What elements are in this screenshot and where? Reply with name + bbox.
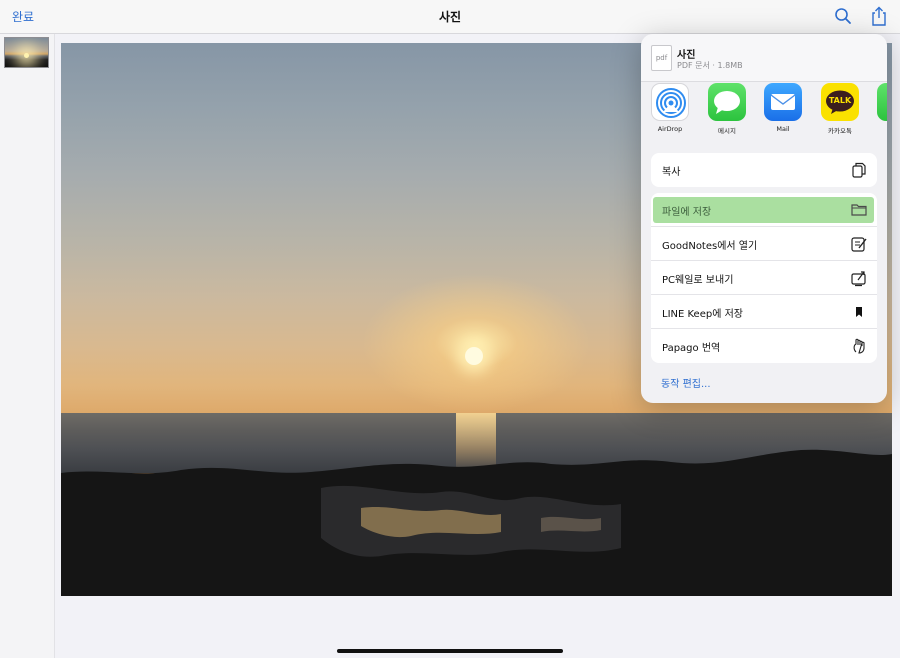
edit-actions-link[interactable]: 동작 편집... — [661, 375, 711, 390]
kakaotalk-icon-text: TALK — [828, 96, 852, 105]
papago-translate-action[interactable]: Papago 번역 — [651, 329, 877, 363]
thumbnail-sun — [24, 53, 29, 58]
share-apps-row: AirDrop 메시지 Mail TALK 카카오톡 — [641, 82, 887, 140]
app-label-kakaotalk: 카카오톡 — [828, 127, 852, 135]
goodnotes-icon — [851, 237, 867, 252]
folder-icon — [851, 204, 867, 216]
home-indicator — [337, 649, 563, 653]
save-to-files-label: 파일에 저장 — [662, 207, 712, 218]
app-mail[interactable]: Mail — [759, 83, 807, 133]
coastal-rocks — [61, 449, 892, 596]
copy-action-group: 복사 — [651, 153, 877, 187]
papago-label: Papago 번역 — [662, 343, 721, 354]
line-keep-label: LINE Keep에 저장 — [662, 309, 743, 320]
send-to-pc-icon — [851, 271, 866, 287]
page-title: 사진 — [438, 10, 462, 24]
open-in-goodnotes-action[interactable]: GoodNotes에서 열기 — [651, 227, 877, 261]
share-icon[interactable] — [870, 6, 888, 26]
share-sheet-header: pdf 사진 PDF 문서 · 1.8MB — [641, 34, 887, 82]
send-to-pc-whale-action[interactable]: PC웨일로 보내기 — [651, 261, 877, 295]
save-to-line-keep-action[interactable]: LINE Keep에 저장 — [651, 295, 877, 329]
copy-label: 복사 — [662, 167, 681, 178]
share-sheet: pdf 사진 PDF 문서 · 1.8MB AirDrop 메시지 Mail T… — [641, 34, 887, 403]
navigation-bar: 완료 사진 — [0, 0, 900, 34]
app-label-more: N — [872, 125, 887, 133]
mail-icon — [764, 83, 802, 121]
page-thumbnail-sidebar — [0, 34, 55, 658]
copy-icon — [852, 162, 866, 178]
kakaotalk-icon: TALK — [821, 83, 859, 121]
airdrop-icon — [651, 83, 689, 121]
goodnotes-label: GoodNotes에서 열기 — [662, 241, 758, 252]
actions-group: 파일에 저장 GoodNotes에서 열기 PC웨일로 보내기 LINE Kee… — [651, 193, 877, 363]
file-info: PDF 문서 · 1.8MB — [677, 61, 743, 70]
app-label-messages: 메시지 — [718, 127, 736, 135]
sun — [465, 347, 483, 365]
pdf-file-icon: pdf — [651, 45, 672, 71]
pc-whale-label: PC웨일로 보내기 — [662, 275, 734, 286]
app-messages[interactable]: 메시지 — [703, 83, 751, 135]
page-thumbnail[interactable] — [4, 37, 49, 68]
save-to-files-action[interactable]: 파일에 저장 — [651, 193, 877, 227]
bookmark-icon — [856, 307, 862, 317]
app-airdrop[interactable]: AirDrop — [646, 83, 694, 133]
file-name: 사진 — [677, 50, 696, 61]
app-label-airdrop: AirDrop — [657, 125, 683, 133]
app-kakaotalk[interactable]: TALK 카카오톡 — [816, 83, 864, 135]
app-label-mail: Mail — [776, 125, 790, 133]
app-icon — [877, 83, 887, 121]
papago-icon — [853, 338, 865, 354]
copy-action[interactable]: 복사 — [651, 153, 877, 187]
search-icon[interactable] — [834, 7, 852, 25]
sky-glow — [361, 273, 591, 413]
messages-icon — [708, 83, 746, 121]
app-more[interactable]: N — [872, 83, 887, 133]
